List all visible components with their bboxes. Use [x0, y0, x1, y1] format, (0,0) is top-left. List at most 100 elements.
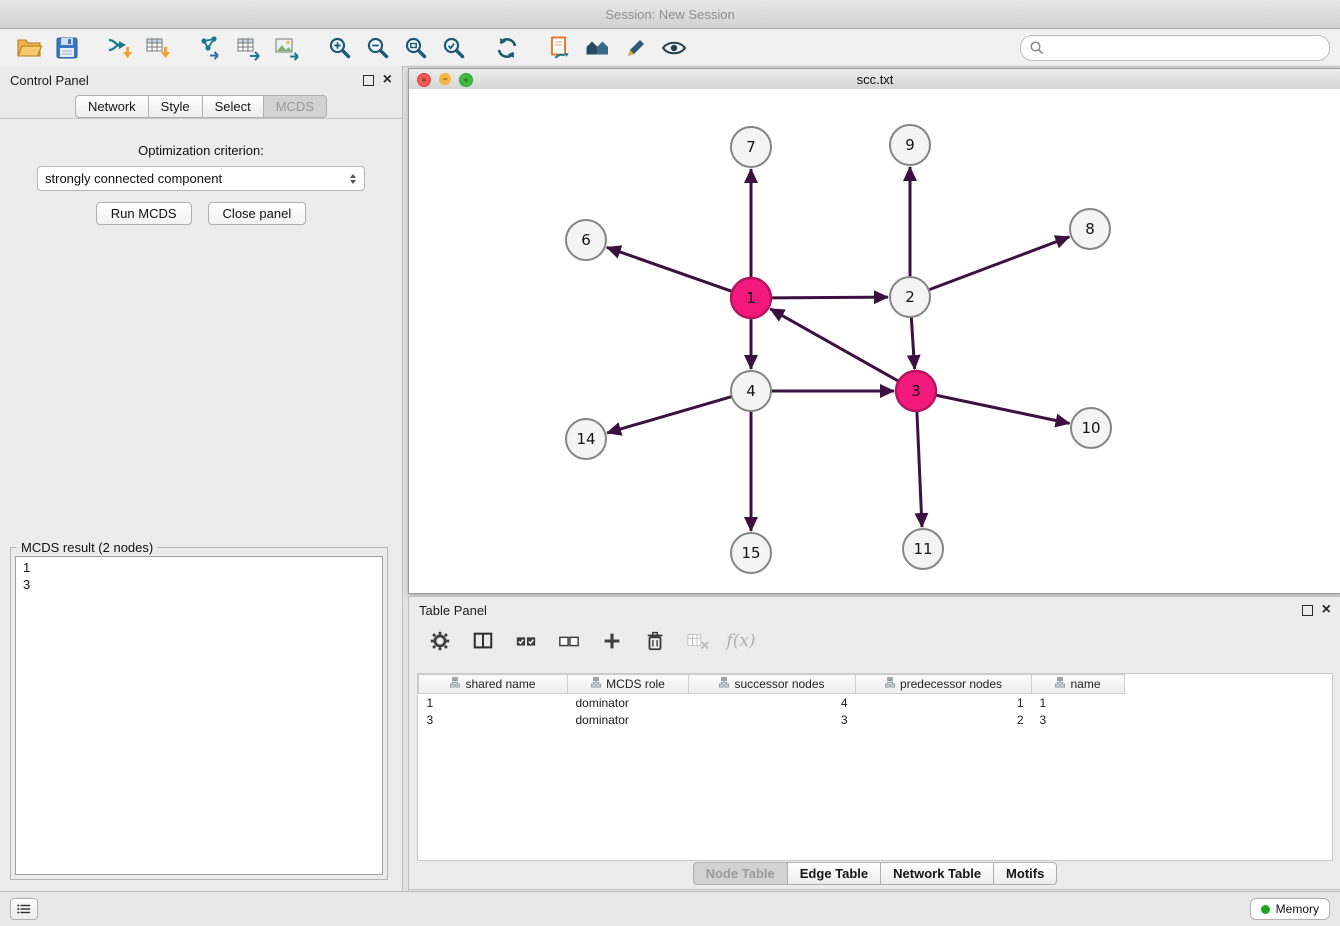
tab-edge-table[interactable]: Edge Table — [787, 862, 881, 885]
open-browser-button[interactable] — [579, 33, 617, 63]
node-6[interactable]: 6 — [566, 220, 606, 260]
edge-2-8[interactable] — [929, 237, 1070, 290]
edge-3-1[interactable] — [770, 309, 898, 381]
window-controls: × − + — [417, 73, 473, 87]
node-9[interactable]: 9 — [890, 125, 930, 165]
svg-text:1: 1 — [746, 289, 756, 307]
sort-icon — [591, 677, 601, 691]
node-1[interactable]: 1 — [731, 278, 771, 318]
control-panel-tabs: Network Style Select MCDS — [0, 94, 402, 118]
svg-text:15: 15 — [741, 544, 760, 562]
memory-button[interactable]: Memory — [1250, 898, 1330, 920]
result-line: 3 — [23, 576, 375, 593]
close-window-button[interactable]: × — [417, 73, 431, 87]
tab-motifs[interactable]: Motifs — [993, 862, 1057, 885]
node-7[interactable]: 7 — [731, 127, 771, 167]
network-window-titlebar[interactable]: × − + scc.txt — [409, 69, 1340, 90]
table-settings-button[interactable] — [427, 628, 453, 654]
export-web-button[interactable] — [541, 33, 579, 63]
export-network-button[interactable] — [192, 33, 230, 63]
edge-2-3[interactable] — [911, 317, 914, 369]
optimization-criterion-select[interactable]: strongly connected component — [37, 166, 365, 191]
apply-layout-button[interactable] — [488, 33, 526, 63]
column-header-predecessor-nodes[interactable]: predecessor nodes — [856, 675, 1032, 694]
column-header-shared-name[interactable]: shared name — [419, 675, 568, 694]
float-table-panel-button[interactable] — [1302, 605, 1313, 616]
deselect-all-button[interactable] — [556, 628, 582, 654]
node-2[interactable]: 2 — [890, 277, 930, 317]
zoom-fit-button[interactable] — [397, 33, 435, 63]
svg-text:14: 14 — [576, 430, 595, 448]
node-table[interactable]: shared nameMCDS rolesuccessor nodesprede… — [417, 673, 1333, 861]
delete-row-button[interactable] — [642, 628, 668, 654]
zoom-in-button[interactable] — [321, 33, 359, 63]
network-canvas[interactable]: 7 9 6 8 1 2 4 3 14 10 15 11 — [409, 89, 1340, 593]
task-history-button[interactable] — [10, 898, 38, 920]
table-cell[interactable]: 1 — [856, 694, 1032, 712]
titlebar[interactable]: Session: New Session — [0, 0, 1340, 29]
edge-3-11[interactable] — [917, 411, 922, 527]
toggle-details-button[interactable] — [655, 33, 693, 63]
table-cell[interactable]: 1 — [1032, 694, 1125, 712]
table-cell[interactable]: 1 — [419, 694, 568, 712]
list-icon — [17, 903, 31, 915]
search-input[interactable] — [1048, 40, 1321, 56]
show-columns-button[interactable] — [470, 628, 496, 654]
node-4[interactable]: 4 — [731, 371, 771, 411]
table-cell[interactable]: 2 — [856, 711, 1032, 728]
sort-icon — [450, 677, 460, 691]
save-session-button[interactable] — [48, 33, 86, 63]
select-all-button[interactable] — [513, 628, 539, 654]
node-14[interactable]: 14 — [566, 419, 606, 459]
mcds-result-list[interactable]: 13 — [15, 556, 383, 875]
table-panel: Table Panel × — [408, 596, 1340, 890]
table-row[interactable]: 3dominator323 — [419, 711, 1125, 728]
zoom-fit-icon — [403, 35, 429, 61]
status-bar: Memory — [0, 891, 1340, 926]
table-row[interactable]: 1dominator411 — [419, 694, 1125, 712]
tab-style[interactable]: Style — [148, 95, 203, 118]
zoom-out-button[interactable] — [359, 33, 397, 63]
add-row-button[interactable] — [599, 628, 625, 654]
node-10[interactable]: 10 — [1071, 408, 1111, 448]
column-header-name[interactable]: name — [1032, 675, 1125, 694]
tab-mcds[interactable]: MCDS — [263, 95, 327, 118]
table-cell[interactable]: 4 — [689, 694, 856, 712]
function-builder-button[interactable]: f(x) — [728, 628, 754, 654]
node-11[interactable]: 11 — [903, 529, 943, 569]
zoom-selected-button[interactable] — [435, 33, 473, 63]
column-header-MCDS-role[interactable]: MCDS role — [568, 675, 689, 694]
close-panel-button[interactable]: Close panel — [208, 202, 307, 225]
table-cell[interactable]: 3 — [689, 711, 856, 728]
open-session-button[interactable] — [10, 33, 48, 63]
run-mcds-button[interactable]: Run MCDS — [96, 202, 192, 225]
edge-3-10[interactable] — [936, 395, 1070, 423]
export-table-button[interactable] — [230, 33, 268, 63]
delete-table-button[interactable] — [685, 628, 711, 654]
table-cell[interactable]: 3 — [1032, 711, 1125, 728]
table-cell[interactable]: dominator — [568, 694, 689, 712]
node-table-header-row: shared nameMCDS rolesuccessor nodesprede… — [419, 675, 1125, 694]
column-header-successor-nodes[interactable]: successor nodes — [689, 675, 856, 694]
node-3[interactable]: 3 — [896, 371, 936, 411]
edge-4-14[interactable] — [607, 397, 732, 433]
edge-1-2[interactable] — [771, 297, 888, 298]
table-cell[interactable]: dominator — [568, 711, 689, 728]
close-table-panel-button[interactable]: × — [1322, 602, 1331, 618]
import-network-button[interactable] — [101, 33, 139, 63]
table-cell[interactable]: 3 — [419, 711, 568, 728]
minimize-window-button[interactable]: − — [439, 73, 451, 85]
annotations-button[interactable] — [617, 33, 655, 63]
node-15[interactable]: 15 — [731, 533, 771, 573]
float-control-panel-button[interactable] — [363, 75, 374, 86]
close-control-panel-button[interactable]: × — [383, 72, 392, 88]
tab-node-table[interactable]: Node Table — [693, 862, 788, 885]
tab-select[interactable]: Select — [202, 95, 264, 118]
tab-network-table[interactable]: Network Table — [880, 862, 994, 885]
zoom-window-button[interactable]: + — [459, 73, 473, 87]
import-table-button[interactable] — [139, 33, 177, 63]
export-image-button[interactable] — [268, 33, 306, 63]
node-8[interactable]: 8 — [1070, 209, 1110, 249]
edge-1-6[interactable] — [607, 247, 732, 291]
tab-network[interactable]: Network — [75, 95, 149, 118]
